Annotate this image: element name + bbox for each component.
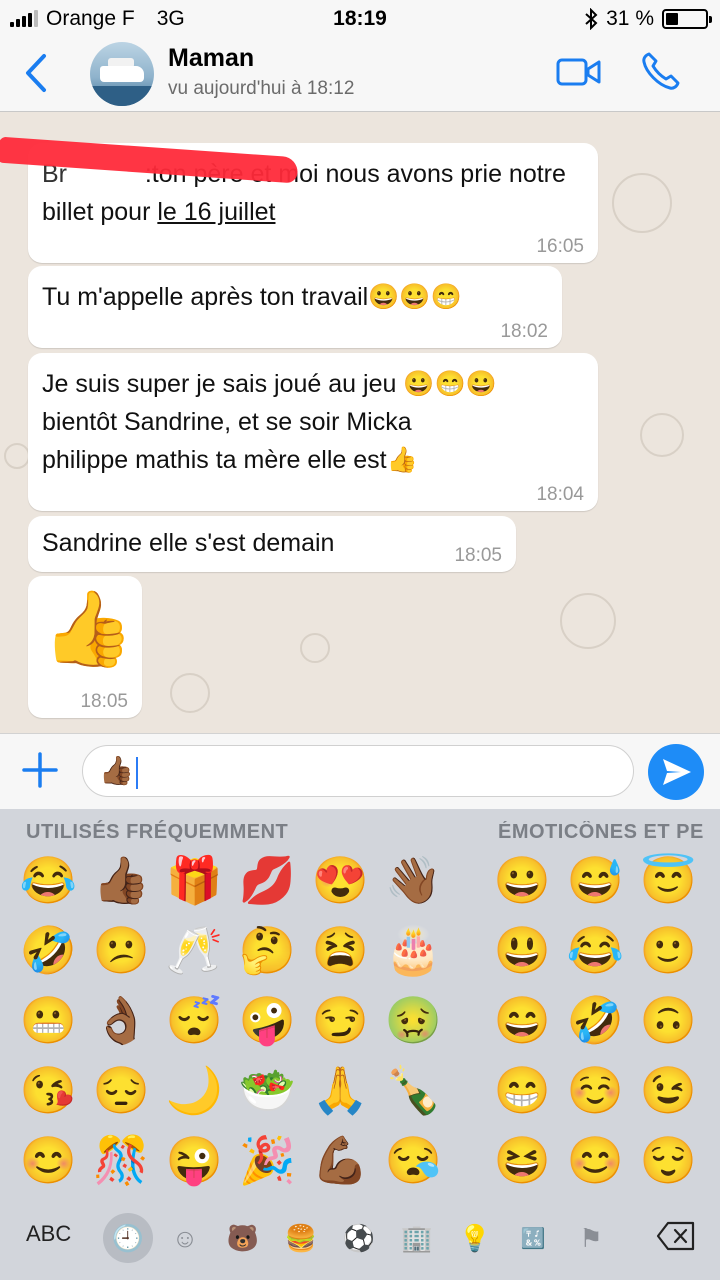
emoji-key[interactable]: 😌 [632,1125,705,1195]
emoji-key[interactable]: 😴 [158,985,231,1055]
message-time: 16:05 [536,236,584,257]
message-text-line: Je suis super je sais joué au jeu 😀😁😀 [42,370,497,398]
symbols-category-icon[interactable]: 🔣 [510,1215,556,1261]
emoji-key[interactable]: 😆 [486,1125,559,1195]
message-input[interactable]: 👍🏾 [82,745,634,797]
emoji-key[interactable]: 👋🏾 [377,845,450,915]
message-text-line: bientôt Sandrine, et se soir Micka [42,408,412,436]
food-category-icon[interactable]: 🍔 [278,1215,324,1261]
emoji-key[interactable]: 🥗 [231,1055,304,1125]
emoji-message-bubble[interactable]: 👍 18:05 [28,576,142,718]
composer-bar: 👍🏾 [0,733,720,809]
emoji-key[interactable]: 🤔 [231,915,304,985]
emoji-key[interactable]: 😅 [559,845,632,915]
message-text-line: philippe mathis ta mère elle est👍 [42,446,418,474]
emoji-key[interactable]: 🎊 [85,1125,158,1195]
message-bubble[interactable]: Sandrine elle s'est demain 18:05 [28,516,516,572]
recent-category-icon[interactable]: 🕘 [103,1213,153,1263]
message-bubble[interactable]: Bruxelles:ton père et moi nous avons pri… [0,136,598,263]
message-input-value: 👍🏾 [99,755,134,786]
emoji-key[interactable]: 😏 [304,985,377,1055]
emoji-key[interactable]: 🍾 [377,1055,450,1125]
battery-percent: 31 % [606,7,654,30]
emoji-key[interactable]: 🙂 [632,915,705,985]
emoji-key[interactable]: 😜 [158,1125,231,1195]
backspace-icon[interactable] [656,1221,696,1251]
phone-call-icon[interactable] [640,50,682,92]
message-bubble[interactable]: Tu m'appelle après ton travail😀😀😁 18:02 [28,266,562,348]
send-arrow-icon [663,759,691,785]
emoji-key[interactable]: 👌🏾 [85,985,158,1055]
plus-icon[interactable] [20,748,60,792]
thumbs-up-emoji: 👍 [42,587,135,670]
message-time: 18:05 [454,545,502,566]
activity-category-icon[interactable]: ⚽ [336,1215,382,1261]
status-bar: Orange F 3G 18:19 31 % [0,0,720,36]
objects-category-icon[interactable]: 💡 [452,1215,498,1261]
emoji-key[interactable]: 😀 [486,845,559,915]
emoji-key[interactable]: 🙏 [304,1055,377,1125]
section-label-smileys: ÉMOTICÔNES ET PE [498,821,704,843]
emoji-key[interactable]: 😘 [12,1055,85,1125]
emoji-key[interactable]: 🤪 [231,985,304,1055]
emoji-key[interactable]: 😍 [304,845,377,915]
emoji-key[interactable]: 🎉 [231,1125,304,1195]
emoji-key[interactable]: 😕 [85,915,158,985]
bluetooth-icon [585,8,598,30]
emoji-key[interactable]: 🤢 [377,985,450,1055]
emoji-keyboard: UTILISÉS FRÉQUEMMENT ÉMOTICÔNES ET PE 😂 👍… [0,809,720,1280]
section-label-frequent: UTILISÉS FRÉQUEMMENT [26,821,289,843]
send-button[interactable] [648,744,704,800]
emoji-key[interactable]: 😂 [559,915,632,985]
emoji-key[interactable]: 🎂 [377,915,450,985]
chat-header: Maman vu aujourd'hui à 18:12 [0,36,720,112]
emoji-key[interactable]: 😊 [12,1125,85,1195]
message-text: Sandrine elle s'est demain [42,529,335,557]
contact-name[interactable]: Maman [168,44,254,73]
emoji-key[interactable]: 🤣 [12,915,85,985]
last-seen-status: vu aujourd'hui à 18:12 [168,78,355,99]
animals-category-icon[interactable]: 🐻 [220,1215,266,1261]
flags-category-icon[interactable]: ⚑ [568,1215,614,1261]
emoji-key[interactable]: 💋 [231,845,304,915]
emoji-key[interactable]: 😁 [486,1055,559,1125]
emoji-key[interactable]: 🎁 [158,845,231,915]
emoji-key[interactable]: 😇 [632,845,705,915]
message-bubble[interactable]: Je suis super je sais joué au jeu 😀😁😀 bi… [28,353,598,511]
emoji-key[interactable]: 😔 [85,1055,158,1125]
text-caret [135,756,138,789]
frequent-emoji-grid: 😂 👍🏾 🎁 💋 😍 👋🏾 🤣 😕 🥂 🤔 😫 🎂 😬 👌🏾 😴 🤪 😏 🤢 😘 😔 🌙 🥗 🙏 🍾 😊 🎊 😜 🎉 💪🏾 😪 [12,845,450,1195]
travel-category-icon[interactable]: 🏢 [394,1215,440,1261]
message-time: 18:02 [500,321,548,342]
video-call-icon[interactable] [556,56,602,88]
emoji-key[interactable]: 😬 [12,985,85,1055]
message-text: Tu m'appelle après ton travail😀😀😁 [42,283,462,311]
emoji-key[interactable]: 😄 [486,985,559,1055]
emoji-key[interactable]: 👍🏾 [85,845,158,915]
emoji-key[interactable]: 🌙 [158,1055,231,1125]
emoji-key[interactable]: 😊 [559,1125,632,1195]
emoji-key[interactable]: 😉 [632,1055,705,1125]
smileys-category-icon[interactable]: ☺ [162,1215,208,1261]
emoji-key[interactable]: 😂 [12,845,85,915]
smiley-emoji-grid: 😀 😅 😇 😃 😂 🙂 😄 🤣 🙃 😁 ☺️ 😉 😆 😊 😌 [486,845,705,1195]
keyboard-category-bar: ABC 🕘 ☺ 🐻 🍔 ⚽ 🏢 💡 🔣 ⚑ [0,1205,720,1280]
emoji-key[interactable]: 🥂 [158,915,231,985]
date-link[interactable]: le 16 juillet [157,198,275,226]
message-time: 18:05 [80,691,128,712]
emoji-key[interactable]: 😃 [486,915,559,985]
abc-key[interactable]: ABC [26,1221,71,1247]
emoji-key[interactable]: 🤣 [559,985,632,1055]
emoji-key[interactable]: 💪🏾 [304,1125,377,1195]
emoji-key[interactable]: 😪 [377,1125,450,1195]
message-time: 18:04 [536,484,584,505]
contact-avatar[interactable] [90,42,154,106]
back-chevron-icon[interactable] [18,50,58,96]
emoji-key[interactable]: 😫 [304,915,377,985]
emoji-key[interactable]: ☺️ [559,1055,632,1125]
message-list[interactable]: Bruxelles:ton père et moi nous avons pri… [0,113,720,733]
emoji-key[interactable]: 🙃 [632,985,705,1055]
battery-icon [662,9,712,29]
